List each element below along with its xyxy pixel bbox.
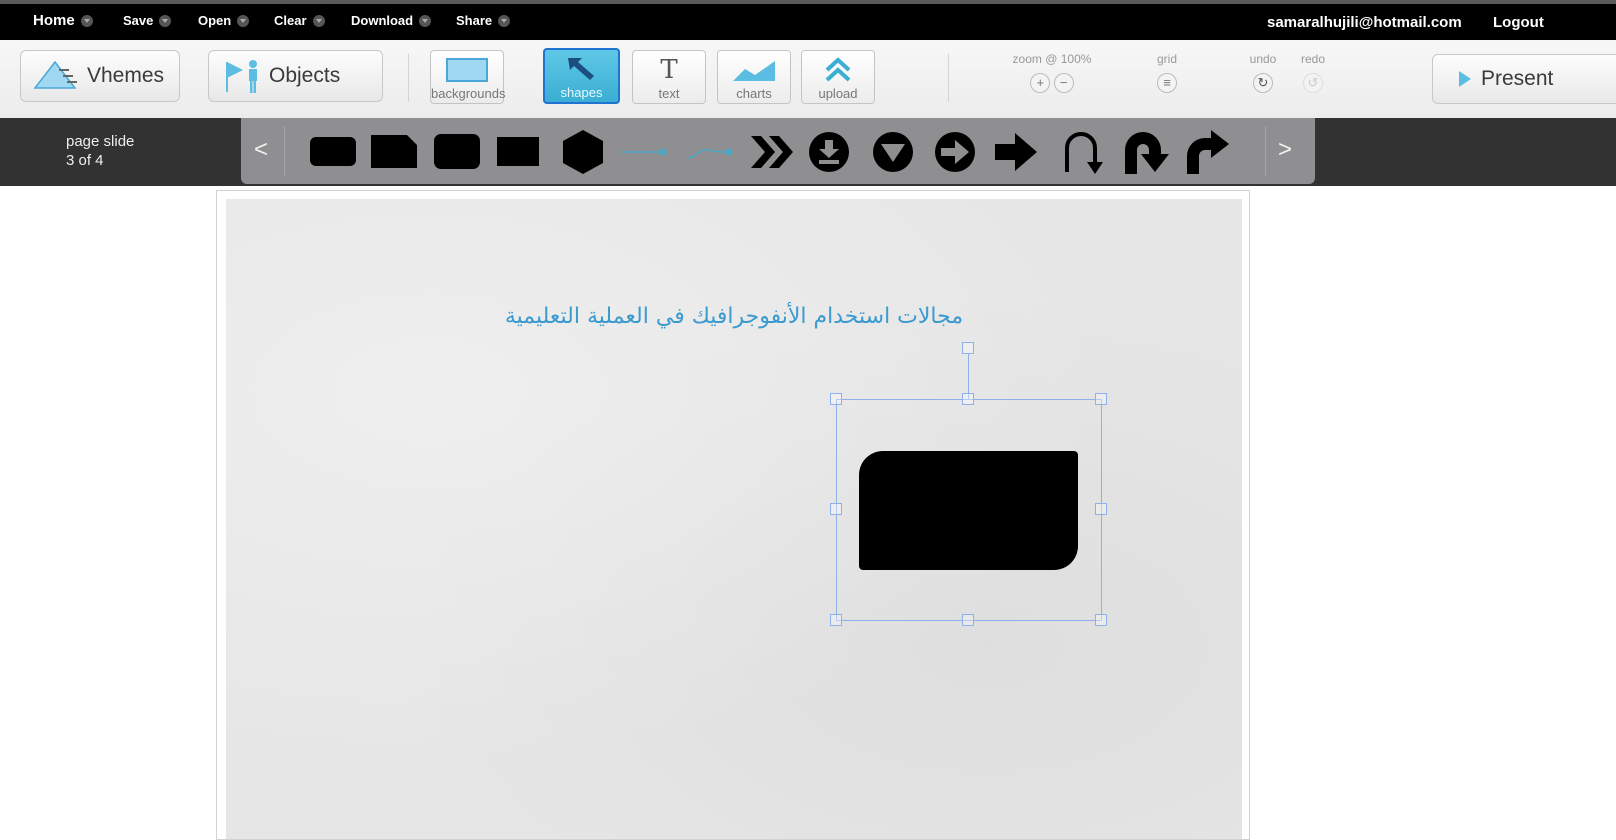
hexagon-shape[interactable] [559,128,607,176]
undo-label: undo [1249,52,1277,66]
chevron-down-icon [80,14,93,27]
shape-tray: < > [241,118,1315,184]
resize-handle-top-right[interactable] [1095,393,1107,405]
background-icon [446,58,488,82]
present-button[interactable]: Present [1432,54,1616,104]
redo-label: redo [1300,52,1326,66]
download-circle-shape[interactable] [807,130,851,174]
grid-icon[interactable]: ≡ [1157,73,1177,93]
chevron-down-icon [237,14,250,27]
undo-icon[interactable]: ↻ [1253,73,1273,93]
toolbar-divider [948,54,949,102]
objects-icon [226,60,257,93]
redo-control: redo ↺ [1296,52,1330,93]
objects-label: Objects [269,64,341,87]
open-menu[interactable]: Open [198,13,250,28]
home-label: Home [33,12,75,29]
charts-label: charts [736,86,772,101]
chevron-down-icon [312,14,325,27]
right-arrow-shape[interactable] [993,131,1039,173]
download-label: Download [351,13,414,28]
tray-divider [1265,126,1266,176]
u-turn-arrow-shape[interactable] [1059,128,1105,176]
vhemes-icon [33,60,77,89]
chevron-down-icon [498,14,511,27]
zoom-in-icon[interactable]: + [1030,73,1051,93]
backgrounds-label: backgrounds [431,86,506,101]
rounded-rectangle-shape[interactable] [309,135,357,168]
next-shapes-button[interactable]: > [1278,136,1292,164]
shapes-label: shapes [560,85,603,100]
tray-divider [284,126,285,176]
chevron-down-icon [159,14,172,27]
resize-handle-right[interactable] [1095,503,1107,515]
slide-title[interactable]: مجالات استخدام الأنفوجرافيك في العملية ا… [226,304,1242,329]
zoom-label: zoom @ 100% [1012,52,1092,66]
page-label: page slide [66,133,135,150]
arrow-cursor-icon [567,58,594,80]
user-email: samaralhujili@hotmail.com [1267,14,1462,31]
present-label: Present [1481,67,1554,90]
clear-label: Clear [274,13,307,28]
resize-handle-bottom[interactable] [962,614,974,626]
shapes-button[interactable]: shapes [543,48,620,104]
vhemes-label: Vhemes [87,64,165,87]
rounded-square-shape[interactable] [433,133,481,170]
backgrounds-button[interactable]: backgrounds [430,50,506,104]
download-menu[interactable]: Download [351,13,432,28]
zoom-out-icon[interactable]: − [1053,73,1074,93]
curved-arrow-shape[interactable] [1123,128,1171,176]
resize-handle-top[interactable] [962,393,974,405]
page-count: 3 of 4 [66,152,104,169]
snipped-rectangle-shape[interactable] [369,133,419,170]
logout-link[interactable]: Logout [1493,14,1544,31]
zoom-control: zoom @ 100% + − [1008,52,1096,93]
resize-handle-bottom-left[interactable] [830,614,842,626]
undo-control: undo ↻ [1246,52,1280,93]
bent-arrow-shape[interactable] [1183,128,1231,176]
text-button[interactable]: T text [632,50,706,104]
double-chevron-shape[interactable] [749,132,797,172]
straight-connector-shape[interactable] [619,146,673,158]
grid-label: grid [1156,52,1177,66]
triangle-circle-shape[interactable] [871,130,915,174]
home-menu[interactable]: Home [33,12,93,29]
rectangle-shape[interactable] [496,135,540,168]
upload-button[interactable]: upload [801,50,875,104]
shapes-strip: page slide 3 of 4 < > [0,118,1616,186]
open-label: Open [198,13,232,28]
top-menu-bar: Home Save Open Clear Download Share sama… [0,0,1616,40]
chevron-down-icon [419,14,432,27]
upload-icon [825,57,851,82]
redo-icon[interactable]: ↺ [1303,73,1323,93]
chart-icon [733,61,775,81]
text-label: text [658,86,680,101]
share-label: Share [456,13,493,28]
text-T-icon: T [660,55,678,85]
charts-button[interactable]: charts [717,50,791,104]
play-icon [1459,71,1471,87]
arrow-circle-shape[interactable] [933,130,977,174]
rotate-handle[interactable] [962,342,974,354]
resize-handle-bottom-right[interactable] [1095,614,1107,626]
toolbar-divider [408,54,409,102]
curved-connector-shape[interactable] [685,140,739,162]
save-label: Save [123,13,154,28]
grid-control: grid ≡ [1150,52,1184,93]
save-menu[interactable]: Save [123,13,172,28]
page-indicator: page slide 3 of 4 [66,132,134,170]
resize-handle-top-left[interactable] [830,393,842,405]
objects-button[interactable]: Objects [208,50,383,102]
toolbar: Vhemes Objects backgrounds shapes T text… [0,40,1616,119]
resize-handle-left[interactable] [830,503,842,515]
share-menu[interactable]: Share [456,13,511,28]
upload-label: upload [818,86,858,101]
prev-shapes-button[interactable]: < [254,136,268,164]
selection-box [836,399,1102,621]
vhemes-button[interactable]: Vhemes [20,50,180,102]
clear-menu[interactable]: Clear [274,13,325,28]
